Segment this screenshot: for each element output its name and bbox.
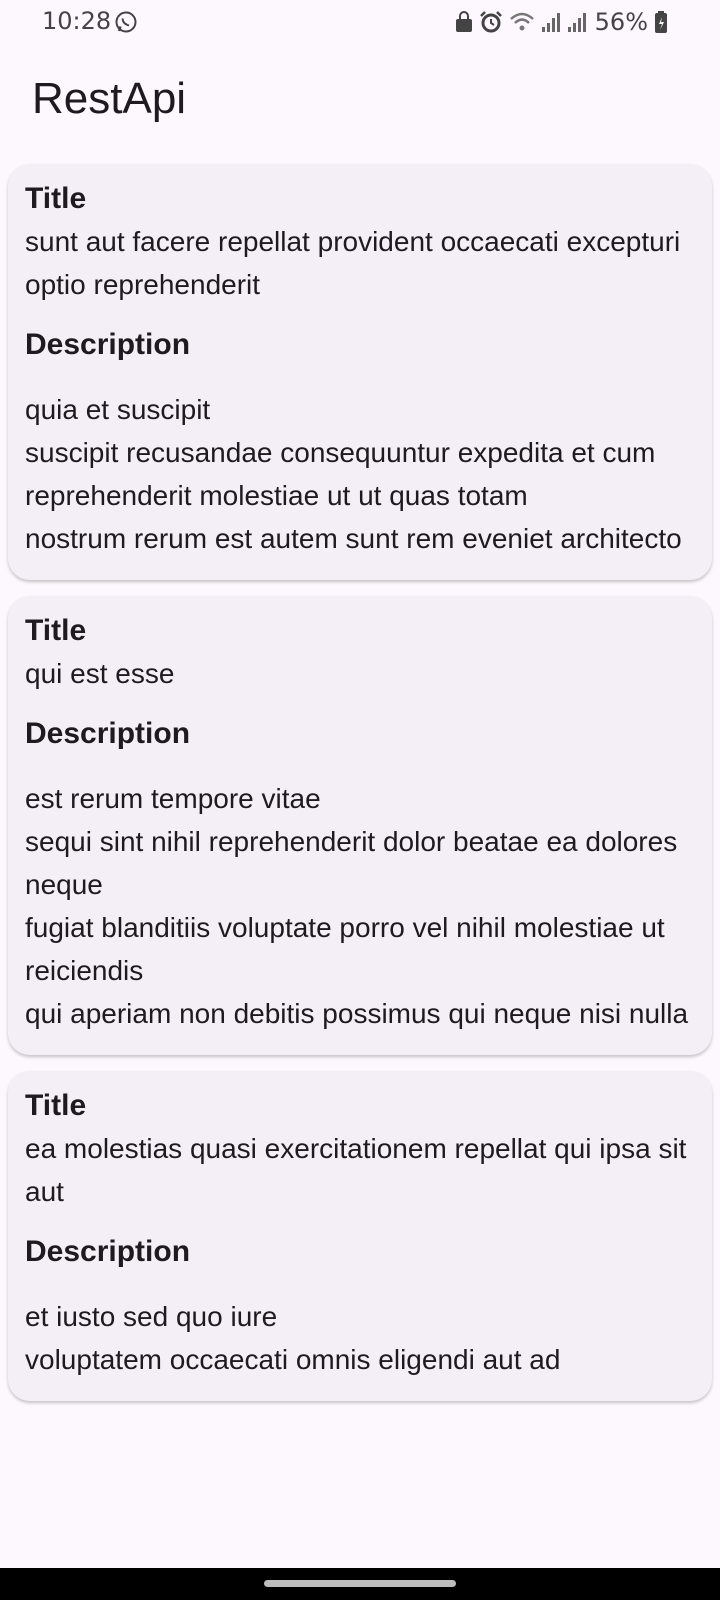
signal-icon	[567, 13, 586, 32]
post-description: et iusto sed quo iure voluptatem occaeca…	[25, 1301, 561, 1375]
whatsapp-icon	[115, 11, 137, 33]
post-card[interactable]: Title ea molestias quasi exercitationem …	[8, 1071, 712, 1401]
wifi-icon	[509, 12, 534, 31]
app-bar: RestApi	[0, 46, 720, 156]
post-list[interactable]: Title sunt aut facere repellat provident…	[8, 164, 712, 1417]
battery-icon	[655, 11, 667, 33]
gesture-handle[interactable]	[264, 1580, 456, 1587]
post-title: ea molestias quasi exercitationem repell…	[25, 1133, 687, 1207]
signal-icon	[541, 13, 560, 32]
title-label: Title	[25, 614, 87, 647]
title-label: Title	[25, 1089, 87, 1122]
post-description: quia et suscipit suscipit recusandae con…	[25, 394, 682, 554]
post-description: est rerum tempore vitae sequi sint nihil…	[25, 783, 689, 1029]
alarm-icon	[479, 11, 502, 33]
post-title: qui est esse	[25, 658, 175, 689]
post-card[interactable]: Title sunt aut facere repellat provident…	[8, 164, 712, 580]
status-icons: 56%	[455, 8, 668, 36]
description-label: Description	[25, 328, 191, 361]
status-bar: 10:28 56%	[0, 0, 720, 46]
post-title: sunt aut facere repellat provident occae…	[25, 226, 681, 300]
battery-percent: 56%	[594, 8, 648, 36]
title-label: Title	[25, 182, 87, 215]
lock-notification-icon	[455, 11, 472, 32]
navigation-bar	[0, 1568, 720, 1600]
status-time: 10:28	[42, 7, 112, 35]
description-label: Description	[25, 717, 191, 750]
description-label: Description	[25, 1235, 191, 1268]
app-title: RestApi	[32, 74, 187, 123]
post-card[interactable]: Title qui est esse Description est rerum…	[8, 596, 712, 1055]
